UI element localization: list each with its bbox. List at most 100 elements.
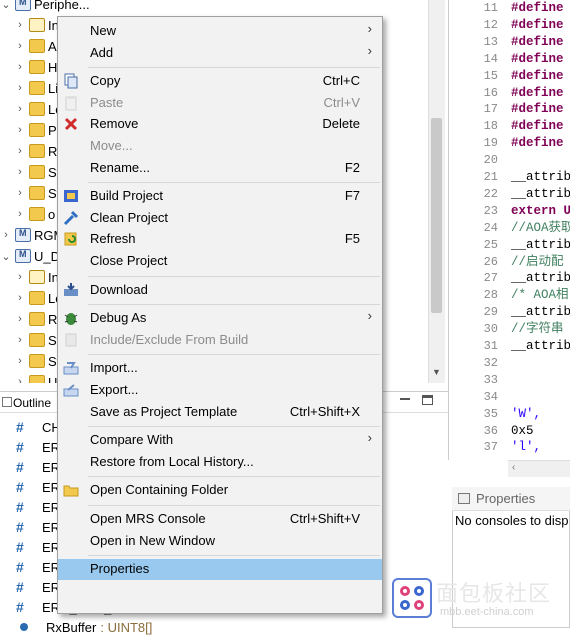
explorer-tree-item[interactable]: › o — [14, 204, 55, 224]
code-line[interactable]: /* AOA相 — [511, 287, 569, 304]
explorer-tree-item[interactable]: › U — [14, 372, 57, 383]
menu-item-build-project[interactable]: Build Project F7 — [58, 186, 382, 207]
explorer-tree-item[interactable]: › St — [14, 330, 60, 350]
code-line[interactable]: 'W', — [511, 406, 541, 423]
code-line[interactable]: __attrib — [511, 304, 570, 321]
import-icon — [63, 360, 79, 376]
code-line[interactable]: __attrib — [511, 338, 570, 355]
menu-item-close-project[interactable]: Close Project — [58, 251, 382, 272]
menu-shortcut: F7 — [344, 188, 360, 204]
menu-item-properties[interactable]: Properties — [58, 559, 382, 581]
folder-icon — [29, 60, 45, 74]
menu-item-add[interactable]: Add › — [58, 43, 382, 64]
explorer-tree-item[interactable]: › In — [14, 267, 59, 287]
menu-item-rename[interactable]: Rename... F2 — [58, 158, 382, 179]
expanded-chevron-icon[interactable]: ⌄ — [0, 0, 12, 11]
menu-item-open-containing-folder[interactable]: Open Containing Folder — [58, 480, 382, 501]
collapsed-chevron-icon[interactable]: › — [14, 355, 26, 367]
explorer-tree-item[interactable]: › R — [14, 141, 57, 161]
collapsed-chevron-icon[interactable]: › — [14, 19, 26, 31]
code-line[interactable]: #define — [511, 101, 564, 118]
scroll-left-icon[interactable]: ‹ — [512, 462, 515, 473]
maximize-icon[interactable] — [422, 395, 433, 405]
menu-item-save-as-project-template[interactable]: Save as Project Template Ctrl+Shift+X — [58, 402, 382, 423]
code-line[interactable]: #define — [511, 34, 564, 51]
explorer-tree-item[interactable]: › St — [14, 162, 60, 182]
menu-item-paste[interactable]: Paste Ctrl+V — [58, 93, 382, 114]
code-line[interactable]: //AOA获取 — [511, 220, 570, 237]
tab-properties[interactable]: Properties — [476, 491, 535, 506]
outline-item[interactable]: # CH — [16, 417, 61, 437]
code-line[interactable]: #define — [511, 118, 564, 135]
explorer-tree-item[interactable]: › R — [14, 309, 57, 329]
menu-item-restore-from-local-history[interactable]: Restore from Local History... — [58, 452, 382, 473]
explorer-tree-item[interactable]: › H — [14, 57, 57, 77]
explorer-tree-item[interactable]: › St — [14, 351, 60, 371]
explorer-tree-item[interactable]: › A — [14, 36, 57, 56]
explorer-tree-item[interactable]: ⌄ Periphe... — [0, 0, 90, 14]
code-line[interactable]: 'l', — [511, 439, 541, 456]
code-line[interactable]: __attrib — [511, 270, 570, 287]
explorer-scroll-down-icon[interactable]: ▼ — [430, 367, 443, 381]
collapsed-chevron-icon[interactable]: › — [14, 313, 26, 325]
menu-item-remove[interactable]: Remove Delete — [58, 114, 382, 135]
code-line[interactable]: #define — [511, 68, 564, 85]
collapsed-chevron-icon[interactable]: › — [14, 82, 26, 94]
code-line[interactable]: //字符串 — [511, 321, 564, 338]
collapsed-chevron-icon[interactable]: › — [14, 124, 26, 136]
folder-icon — [29, 312, 45, 326]
collapsed-chevron-icon[interactable]: › — [14, 208, 26, 220]
menu-item-open-mrs-console[interactable]: Open MRS Console Ctrl+Shift+V — [58, 509, 382, 530]
collapsed-chevron-icon[interactable]: › — [14, 334, 26, 346]
expanded-chevron-icon[interactable]: ⌄ — [0, 250, 12, 263]
collapsed-chevron-icon[interactable]: › — [14, 187, 26, 199]
debug-icon — [63, 310, 79, 326]
menu-item-refresh[interactable]: Refresh F5 — [58, 229, 382, 250]
editor-horizontal-scrollbar[interactable]: ‹ — [508, 460, 570, 477]
menu-item-move[interactable]: Move... — [58, 136, 382, 157]
line-number: 16 — [483, 85, 498, 100]
code-line[interactable]: #define — [511, 17, 564, 34]
menu-item-include-exclude-from-build[interactable]: Include/Exclude From Build — [58, 330, 382, 351]
menu-item-compare-with[interactable]: Compare With › — [58, 430, 382, 451]
menu-item-new[interactable]: New › — [58, 21, 382, 42]
collapsed-chevron-icon[interactable]: › — [14, 271, 26, 283]
code-line[interactable]: //启动配 — [511, 254, 564, 271]
menu-item-clean-project[interactable]: Clean Project — [58, 208, 382, 229]
code-line[interactable]: __attrib — [511, 186, 570, 203]
explorer-tree-item[interactable]: › Lo — [14, 99, 62, 119]
explorer-tree-item[interactable]: › Li — [14, 78, 58, 98]
collapsed-chevron-icon[interactable]: › — [0, 229, 12, 241]
code-line[interactable]: __attrib — [511, 237, 570, 254]
explorer-tree-item[interactable]: ›RGM — [0, 225, 64, 245]
menu-item-debug-as[interactable]: Debug As › — [58, 308, 382, 329]
collapsed-chevron-icon[interactable]: › — [14, 376, 26, 383]
menu-item-export[interactable]: Export... — [58, 380, 382, 401]
menu-item-download[interactable]: Download — [58, 280, 382, 301]
collapsed-chevron-icon[interactable]: › — [14, 40, 26, 52]
explorer-tree-item[interactable]: ⌄U_D — [0, 246, 60, 266]
collapsed-chevron-icon[interactable]: › — [14, 145, 26, 157]
explorer-tree-item[interactable]: › P — [14, 120, 57, 140]
code-line[interactable]: __attrib — [511, 169, 570, 186]
collapsed-chevron-icon[interactable]: › — [14, 61, 26, 73]
outline-item[interactable]: RxBuffer: UINT8[] — [16, 617, 152, 637]
minimize-icon[interactable] — [400, 398, 410, 400]
code-line[interactable]: 0x5 — [511, 423, 534, 440]
collapsed-chevron-icon[interactable]: › — [14, 103, 26, 115]
code-line[interactable]: #define — [511, 51, 564, 68]
code-line[interactable]: #define — [511, 0, 564, 17]
explorer-tree-item[interactable]: › St — [14, 183, 60, 203]
explorer-tree-item[interactable]: › In — [14, 15, 59, 35]
menu-item-import[interactable]: Import... — [58, 358, 382, 379]
explorer-tree-item[interactable]: › Lo — [14, 288, 62, 308]
code-line[interactable]: extern U — [511, 203, 570, 220]
menu-item-open-in-new-window[interactable]: Open in New Window — [58, 531, 382, 552]
tab-outline[interactable]: Outline — [13, 396, 51, 410]
explorer-scrollbar-thumb[interactable] — [431, 118, 442, 313]
collapsed-chevron-icon[interactable]: › — [14, 292, 26, 304]
code-line[interactable]: #define — [511, 85, 564, 102]
code-line[interactable]: #define — [511, 135, 564, 152]
collapsed-chevron-icon[interactable]: › — [14, 166, 26, 178]
menu-item-copy[interactable]: Copy Ctrl+C — [58, 71, 382, 92]
